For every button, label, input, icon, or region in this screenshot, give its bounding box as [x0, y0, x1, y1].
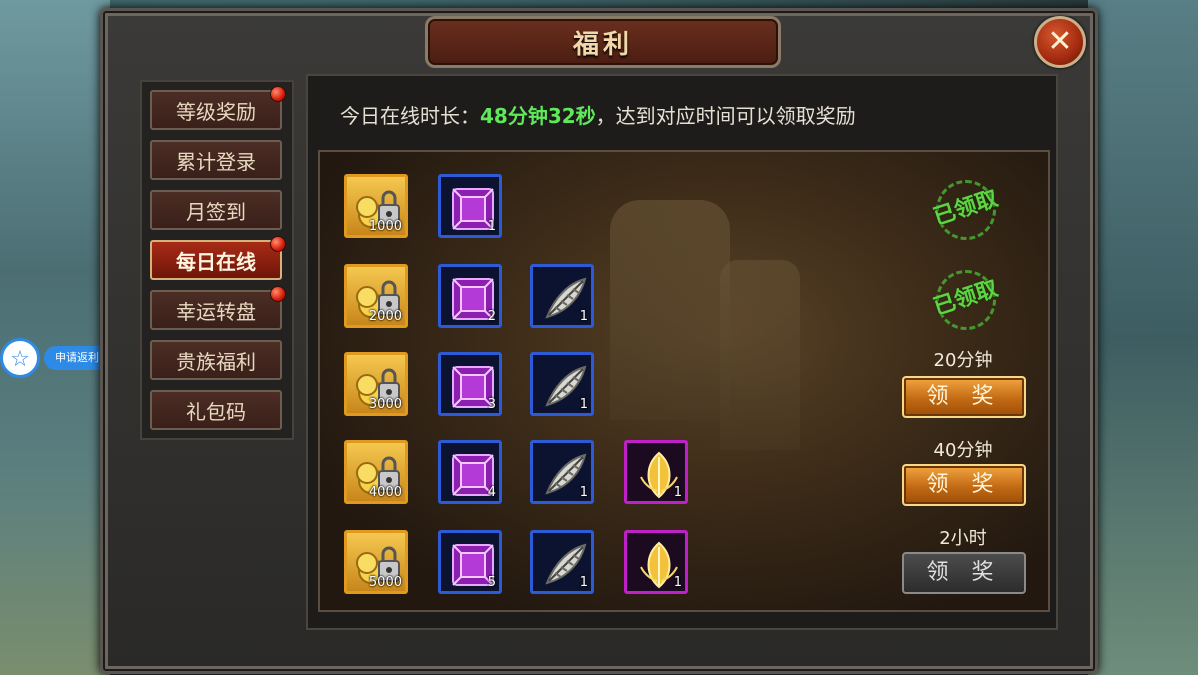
- item-count: 1: [673, 575, 682, 590]
- tab-cumulative-login[interactable]: 累计登录: [150, 140, 282, 180]
- feather-item[interactable]: 1: [530, 264, 594, 328]
- gold-lock-item[interactable]: 2000: [344, 264, 408, 328]
- tab-daily-online[interactable]: 每日在线: [150, 236, 286, 280]
- item-count: 3: [487, 397, 496, 412]
- tab-level-reward[interactable]: 等级奖励: [150, 86, 286, 130]
- item-count: 2000: [368, 309, 402, 324]
- tab-monthly-signin[interactable]: 月签到: [150, 190, 282, 230]
- item-count: 1: [487, 219, 496, 234]
- online-duration-value: 48分钟32秒: [480, 104, 596, 128]
- time-requirement: 2小时: [939, 528, 987, 549]
- star-icon[interactable]: ☆: [0, 338, 40, 378]
- claimed-stamp: 已领取: [920, 270, 1010, 330]
- claimed-stamp: 已领取: [920, 180, 1010, 240]
- golden-leaf-item[interactable]: 1: [624, 530, 688, 594]
- tab-lucky-wheel[interactable]: 幸运转盘: [150, 286, 286, 330]
- online-suffix: ，达到对应时间可以领取奖励: [595, 104, 856, 128]
- item-count: 1000: [368, 219, 402, 234]
- item-count: 5000: [368, 575, 402, 590]
- item-count: 1: [579, 309, 588, 324]
- tab-label: 月签到: [186, 200, 246, 224]
- window-title: 福利: [572, 29, 633, 60]
- purple-gem-item[interactable]: 4: [438, 440, 502, 504]
- gold-lock-item[interactable]: 1000: [344, 174, 408, 238]
- time-requirement: 20分钟: [933, 350, 993, 371]
- item-count: 4: [487, 485, 496, 500]
- tab-label: 每日在线: [176, 250, 256, 274]
- feather-item[interactable]: 1: [530, 352, 594, 416]
- feather-item[interactable]: 1: [530, 530, 594, 594]
- tab-label: 累计登录: [176, 150, 256, 174]
- claim-button[interactable]: 领 奖: [902, 464, 1026, 506]
- tab-label: 礼包码: [186, 400, 246, 424]
- item-count: 1: [579, 575, 588, 590]
- claim-button[interactable]: 领 奖: [902, 376, 1026, 418]
- notification-dot: [270, 236, 286, 252]
- window-title-plate: 福利: [425, 16, 781, 68]
- item-count: 5: [487, 575, 496, 590]
- item-count: 1: [579, 397, 588, 412]
- item-count: 1: [579, 485, 588, 500]
- purple-gem-item[interactable]: 3: [438, 352, 502, 416]
- category-tab-list: 等级奖励 累计登录 月签到 每日在线 幸运转盘 贵族福利 礼包码: [140, 80, 294, 440]
- close-button[interactable]: ✕: [1034, 16, 1086, 68]
- online-prefix: 今日在线时长：: [340, 104, 480, 128]
- scene-background-right: [1088, 0, 1198, 675]
- claim-button-disabled[interactable]: 领 奖: [902, 552, 1026, 594]
- tab-label: 贵族福利: [176, 350, 256, 374]
- notification-dot: [270, 286, 286, 302]
- item-count: 3000: [368, 397, 402, 412]
- purple-gem-item[interactable]: 2: [438, 264, 502, 328]
- item-count: 2: [487, 309, 496, 324]
- online-duration-text: 今日在线时长：48分钟32秒，达到对应时间可以领取奖励: [340, 100, 856, 129]
- close-icon[interactable]: ✕: [1047, 27, 1072, 57]
- notification-dot: [270, 86, 286, 102]
- golden-leaf-item[interactable]: 1: [624, 440, 688, 504]
- feather-item[interactable]: 1: [530, 440, 594, 504]
- purple-gem-item[interactable]: 5: [438, 530, 502, 594]
- tab-noble-welfare[interactable]: 贵族福利: [150, 340, 282, 380]
- castle-artwork: [610, 200, 730, 420]
- tab-gift-code[interactable]: 礼包码: [150, 390, 282, 430]
- item-count: 4000: [368, 485, 402, 500]
- gold-lock-item[interactable]: 3000: [344, 352, 408, 416]
- tab-label: 等级奖励: [176, 100, 256, 124]
- purple-gem-item[interactable]: 1: [438, 174, 502, 238]
- item-count: 1: [673, 485, 682, 500]
- gold-lock-item[interactable]: 4000: [344, 440, 408, 504]
- tab-label: 幸运转盘: [176, 300, 256, 324]
- time-requirement: 40分钟: [933, 440, 993, 461]
- castle-artwork: [720, 260, 800, 450]
- gold-lock-item[interactable]: 5000: [344, 530, 408, 594]
